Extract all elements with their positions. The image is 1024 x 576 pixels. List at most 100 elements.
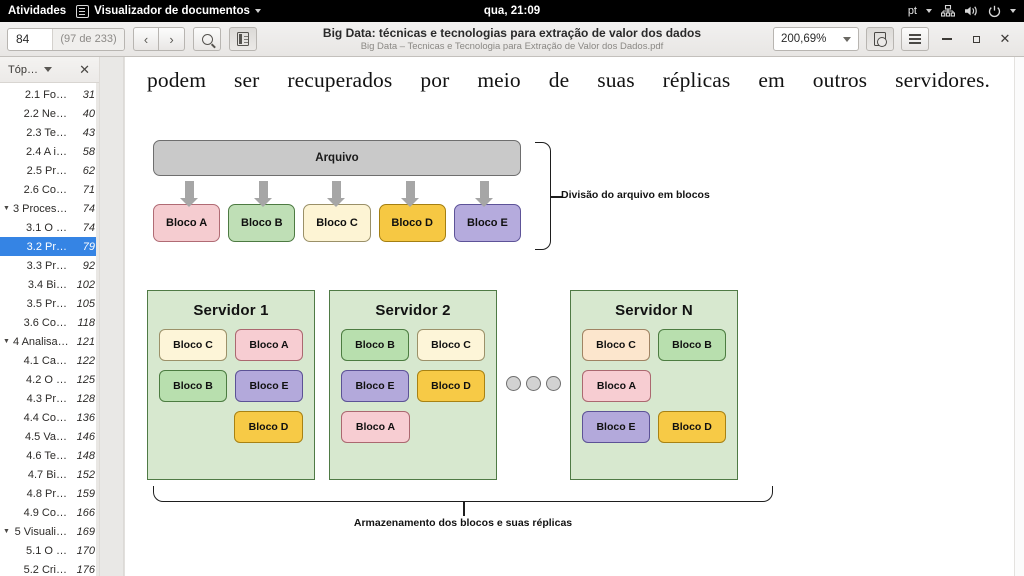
outline-item[interactable]: 3.1 O … 74 [0,218,99,237]
outline-item-page: 79 [82,240,95,253]
server-block: Bloco D [417,370,485,403]
keyboard-layout-chevron-icon[interactable] [926,9,932,13]
outline-item[interactable]: 4.7 Bi… 152 [0,465,99,484]
minimize-button[interactable] [936,28,958,50]
outline-item[interactable]: 2.4 A i… 58 [0,142,99,161]
page-number-input[interactable]: 84 [8,32,52,46]
main-menu-button[interactable] [901,27,929,51]
network-icon[interactable] [941,5,955,17]
page-total-label: (97 de 233) [52,28,124,50]
outline-item-page: 146 [76,430,95,443]
pdf-page[interactable]: podem ser recuperados por meio de suas r… [124,57,1014,576]
outline-item[interactable]: 3.6 Co… 118 [0,313,99,332]
outline-item[interactable]: 3.4 Bi… 102 [0,275,99,294]
server-block: Bloco B [341,329,409,362]
server-block-row: Bloco A [341,411,485,444]
outline-item-page: 31 [82,88,95,101]
server-block-row: Bloco B Bloco C [341,329,485,362]
server-block: Bloco E [235,370,303,403]
server-block-row: Bloco E Bloco D [341,370,485,403]
expand-triangle-icon[interactable]: ▼ [0,338,13,345]
outline-item[interactable]: 5.1 O … 170 [0,541,99,560]
outline-item-label: 4.2 O … [26,373,67,386]
server-block-row: Bloco C Bloco B [582,329,726,362]
outline-item[interactable]: 4.2 O … 125 [0,370,99,389]
expand-triangle-icon[interactable]: ▼ [0,205,13,212]
outline-item[interactable]: 2.6 Co… 71 [0,180,99,199]
top-bracket-label: Divisão do arquivo em blocos [561,189,710,202]
server-block: Bloco E [341,370,409,403]
outline-item[interactable]: 2.2 Ne… 40 [0,104,99,123]
outline-item[interactable]: 4.4 Co… 136 [0,408,99,427]
app-menu-label: Visualizador de documentos [94,5,250,17]
outline-item[interactable]: 2.5 Pr… 62 [0,161,99,180]
outline-item[interactable]: 2.3 Te… 43 [0,123,99,142]
chevron-down-icon[interactable] [43,67,52,72]
outline-item[interactable]: 4.9 Co… 166 [0,503,99,522]
power-icon[interactable] [988,5,1001,18]
outline-item-page: 62 [82,164,95,177]
page-number-field[interactable]: 84 (97 de 233) [7,27,125,51]
sidebar-toggle-button[interactable] [229,27,257,51]
outline-item-label: 4.8 Pr… [26,487,67,500]
outline-item[interactable]: 4.3 Pr… 128 [0,389,99,408]
outline-item[interactable]: 2.1 Fo… 31 [0,85,99,104]
outline-item[interactable]: 4.1 Ca… 122 [0,351,99,370]
file-block: Bloco B [228,204,296,243]
outline-item-label: 4.6 Te… [26,449,67,462]
maximize-button[interactable] [965,28,987,50]
figure-block-distribution: Arquivo Bloco A Bloco B Bloco C Bloco D Bloc… [125,140,1014,529]
previous-page-button[interactable]: ‹ [133,27,159,51]
page-scrollbar[interactable] [1014,57,1024,576]
outline-sidebar: Tóp… ✕ 2.1 Fo… 31 2.2 Ne… 40 2.3 Te… 43 2.4 A … [0,57,100,576]
outline-item[interactable]: ▼ 3 Proces… 74 [0,199,99,218]
server-box: Servidor 2 Bloco B Bloco C Bloco E Bloco D Bl… [329,290,497,481]
outline-item[interactable]: 4.8 Pr… 159 [0,484,99,503]
minimize-icon [942,38,952,40]
sidebar-mode-label[interactable]: Tóp… [4,64,38,76]
bottom-bracket-group: Armazenamento dos blocos e suas réplicas [153,486,998,529]
outline-item[interactable]: 3.2 Pr… 79 [0,237,99,256]
keyboard-layout-label[interactable]: pt [908,5,917,17]
search-button[interactable] [193,27,221,51]
sidebar-close-button[interactable]: ✕ [79,62,95,78]
page-fit-icon [874,32,887,47]
zoom-select[interactable]: 200,69% [773,27,859,51]
app-menu-button[interactable]: Visualizador de documentos [76,4,261,18]
titlebar-left-controls: 84 (97 de 233) ‹ › [0,27,257,51]
system-menu-chevron-icon[interactable] [1010,9,1016,13]
hamburger-menu-icon [909,34,921,44]
document-viewer-icon [76,4,90,18]
sidebar-scrollbar[interactable] [96,83,99,576]
paragraph-text: podem ser recuperados por meio de suas r… [147,68,990,92]
outline-item-label: 4.9 Co… [23,506,67,519]
bottom-bracket [153,486,773,503]
outline-item-label: 4.4 Co… [23,411,67,424]
arrow-down-icon [401,181,420,208]
server-block-row: Bloco B Bloco E [159,370,303,403]
server-block: Bloco B [658,329,726,362]
file-block: Bloco A [153,204,221,243]
outline-item[interactable]: ▼ 5 Visuali… 169 [0,522,99,541]
outline-item[interactable]: 3.5 Pr… 105 [0,294,99,313]
next-page-button[interactable]: › [159,27,185,51]
activities-button[interactable]: Atividades [0,5,76,17]
close-button[interactable]: ✕ [994,28,1016,50]
chevron-right-icon: › [169,31,174,47]
outline-item[interactable]: ▼ 4 Analisa… 121 [0,332,99,351]
outline-item-page: 74 [82,221,95,234]
outline-item[interactable]: 4.6 Te… 148 [0,446,99,465]
volume-icon[interactable] [964,5,979,17]
outline-item[interactable]: 4.5 Va… 146 [0,427,99,446]
expand-triangle-icon[interactable]: ▼ [0,528,13,535]
page-fit-button[interactable] [866,27,894,51]
arrow-down-icon [327,181,346,208]
server-block-row: Bloco D [159,411,303,444]
outline-item[interactable]: 5.2 Cri… 176 [0,560,99,576]
outline-item[interactable]: 3.3 Pr… 92 [0,256,99,275]
outline-item-page: 166 [76,506,95,519]
outline-item-label: 2.4 A i… [26,145,67,158]
titlebar-right-controls: 200,69% ✕ [773,27,1024,51]
outline-list[interactable]: 2.1 Fo… 31 2.2 Ne… 40 2.3 Te… 43 2.4 A i… 58 2.5… [0,83,99,576]
server-block: Bloco E [582,411,650,444]
